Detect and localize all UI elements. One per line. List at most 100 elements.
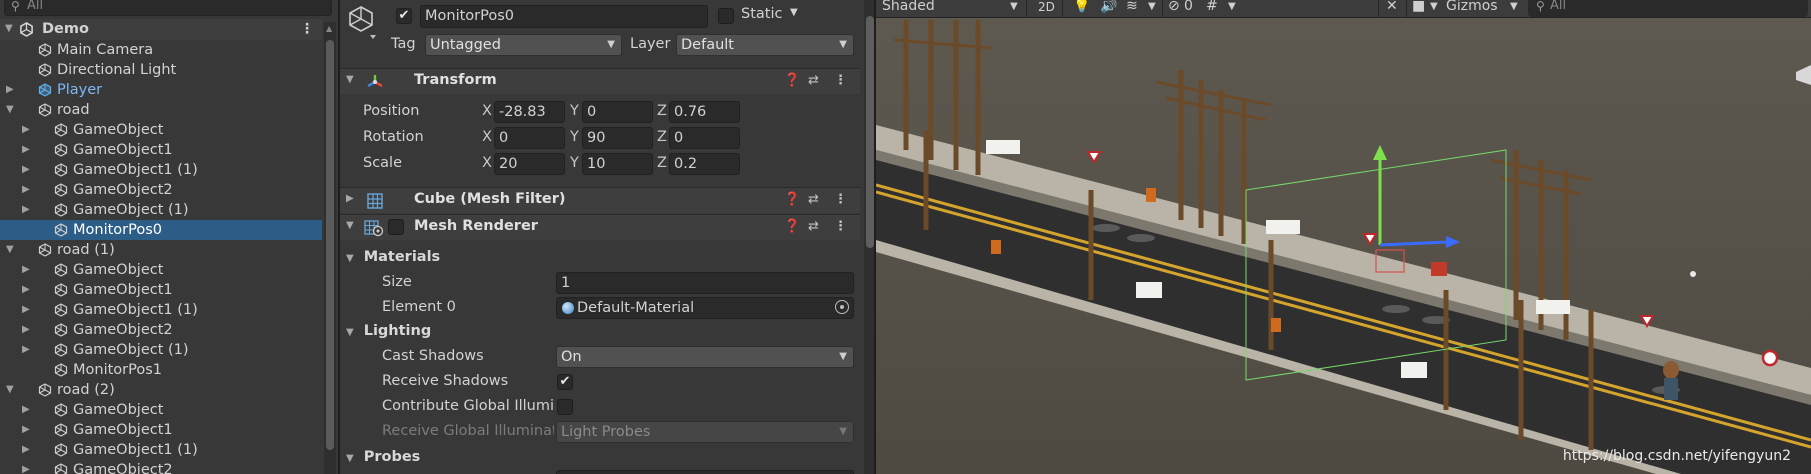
static-dropdown-arrow-icon[interactable]: ▼ [790,7,798,18]
hierarchy-item[interactable]: Main Camera [0,40,322,60]
collapse-arrow-icon[interactable]: ▶ [22,180,30,200]
hierarchy-item[interactable]: ▶ GameObject [0,400,322,420]
hierarchy-item[interactable]: ▶ GameObject [0,260,322,280]
mesh-renderer-header[interactable]: ▼ Mesh Renderer ❓ ⇄ ⋮ [340,214,860,240]
collapse-arrow-icon[interactable]: ▶ [22,140,30,160]
static-label[interactable]: Static [741,6,782,22]
scale-y-field[interactable]: 10 [582,153,653,175]
mode-2d-toggle[interactable]: 2D [1038,0,1055,14]
hierarchy-item[interactable]: ▶ GameObject1 (1) [0,160,322,180]
shading-mode-dropdown[interactable]: Shaded [882,0,935,14]
receive-shadows-checkbox[interactable]: ✔ [557,374,573,390]
scale-x-field[interactable]: 20 [494,153,565,175]
preset-icon[interactable]: ⇄ [808,219,819,234]
scene-render[interactable] [876,0,1811,474]
position-x-axis-label[interactable]: X [482,103,492,119]
hierarchy-item[interactable]: ▶ GameObject1 [0,420,322,440]
mesh-renderer-enabled-checkbox[interactable] [388,219,404,235]
hierarchy-item[interactable]: ▶ GameObject2 [0,180,322,200]
collapse-arrow-icon[interactable]: ▶ [22,120,30,140]
scale-x-axis-label[interactable]: X [482,155,492,171]
kebab-menu-icon[interactable]: ⋮ [300,19,314,39]
scene-view[interactable] [876,0,1811,474]
chevron-down-icon[interactable]: ▼ [1430,1,1438,12]
hierarchy-item[interactable]: ▶ GameObject [0,120,322,140]
scale-y-axis-label[interactable]: Y [570,155,579,171]
collapse-arrow-icon[interactable]: ▶ [22,200,30,220]
expand-arrow-icon[interactable]: ▼ [6,380,14,400]
hierarchy-item[interactable]: ▶ GameObject2 [0,320,322,340]
layer-dropdown[interactable]: Default ▼ [676,34,854,56]
chevron-down-icon[interactable]: ▼ [1148,1,1156,12]
expand-arrow-icon[interactable]: ▼ [6,240,14,260]
position-y-field[interactable]: 0 [582,101,653,123]
hierarchy-item[interactable]: ▶ GameObject (1) [0,340,322,360]
preset-icon[interactable]: ⇄ [808,192,819,207]
collapse-arrow-icon[interactable]: ▶ [22,160,30,180]
hierarchy-item[interactable]: ▶ Player [0,80,322,100]
help-icon[interactable]: ❓ [784,219,800,234]
tag-dropdown[interactable]: Untagged ▼ [425,34,622,56]
hierarchy-item[interactable]: MonitorPos1 [0,360,322,380]
hierarchy-item[interactable]: ▶ GameObject (1) [0,200,322,220]
fold-arrow-icon[interactable]: ▼ [346,74,354,85]
inspector-scroll-thumb[interactable] [866,16,874,248]
tools-icon[interactable]: ✕ [1386,0,1398,14]
hierarchy-item[interactable]: ▶ GameObject1 (1) [0,300,322,320]
collapse-arrow-icon[interactable]: ▶ [22,400,30,420]
hierarchy-item[interactable]: ▼ road [0,100,322,120]
rotation-y-axis-label[interactable]: Y [570,129,579,145]
expand-arrow-icon[interactable]: ▼ [5,19,13,39]
collapse-arrow-icon[interactable]: ▶ [22,300,30,320]
chevron-down-icon[interactable]: ▼ [1010,1,1018,12]
collapse-arrow-icon[interactable]: ▶ [22,420,30,440]
gameobject-icon[interactable] [348,4,378,40]
active-checkbox[interactable]: ✔ [396,8,412,24]
kebab-menu-icon[interactable]: ⋮ [834,219,847,234]
transform-header[interactable]: ▼ Transform ❓ ⇄ ⋮ [340,68,860,94]
collapse-arrow-icon[interactable]: ▶ [6,80,14,100]
rotation-x-axis-label[interactable]: X [482,129,492,145]
collapse-arrow-icon[interactable]: ▶ [22,340,30,360]
chevron-down-icon[interactable]: ▼ [1510,1,1518,12]
materials-foldout[interactable]: ▼ Materials [346,249,440,265]
expand-arrow-icon[interactable]: ▼ [6,100,14,120]
static-checkbox[interactable] [718,8,734,24]
cast-shadows-dropdown[interactable]: On ▼ [556,346,854,368]
preset-icon[interactable]: ⇄ [808,73,819,88]
gizmos-dropdown[interactable]: Gizmos [1446,0,1498,14]
fold-arrow-icon[interactable]: ▼ [346,220,354,231]
chevron-down-icon[interactable]: ▼ [1228,1,1236,12]
scroll-up-icon[interactable]: ▲ [326,24,332,33]
grid-toggle-icon[interactable]: # [1206,0,1218,14]
object-name-field[interactable]: MonitorPos0 [420,5,708,28]
hierarchy-search-input[interactable]: ⚲ All [4,0,332,16]
position-x-field[interactable]: -28.83 [494,101,565,123]
position-y-axis-label[interactable]: Y [570,103,579,119]
hierarchy-scroll-thumb[interactable] [326,40,334,450]
fold-arrow-icon[interactable]: ▶ [346,193,354,204]
fold-arrow-icon[interactable]: ▼ [346,327,354,338]
collapse-arrow-icon[interactable]: ▶ [22,460,30,474]
scene-row-demo[interactable]: ▼ Demo ⋮ [0,19,322,40]
object-picker-icon[interactable] [835,300,849,314]
hierarchy-scrollbar[interactable]: ▲ [324,22,336,474]
hierarchy-item[interactable]: MonitorPos0 [0,220,322,240]
rotation-z-axis-label[interactable]: Z [657,129,667,145]
hierarchy-item[interactable]: Directional Light [0,60,322,80]
fold-arrow-icon[interactable]: ▼ [346,453,354,464]
materials-size-field[interactable]: 1 [556,272,854,294]
rotation-z-field[interactable]: 0 [669,127,740,149]
mesh-filter-header[interactable]: ▶ Cube (Mesh Filter) ❓ ⇄ ⋮ [340,187,860,213]
hidden-objects-icon[interactable]: ⊘ [1168,0,1180,14]
kebab-menu-icon[interactable]: ⋮ [834,192,847,207]
rotation-y-field[interactable]: 90 [582,127,653,149]
scene-search-input[interactable]: ⚲ All [1528,0,1808,17]
contribute-gi-checkbox[interactable] [557,399,573,415]
lighting-toggle-icon[interactable]: 💡 [1073,0,1090,14]
collapse-arrow-icon[interactable]: ▶ [22,320,30,340]
hierarchy-item[interactable]: ▼ road (2) [0,380,322,400]
position-z-axis-label[interactable]: Z [657,103,667,119]
rotation-x-field[interactable]: 0 [494,127,565,149]
camera-icon[interactable]: ■ [1412,0,1425,14]
